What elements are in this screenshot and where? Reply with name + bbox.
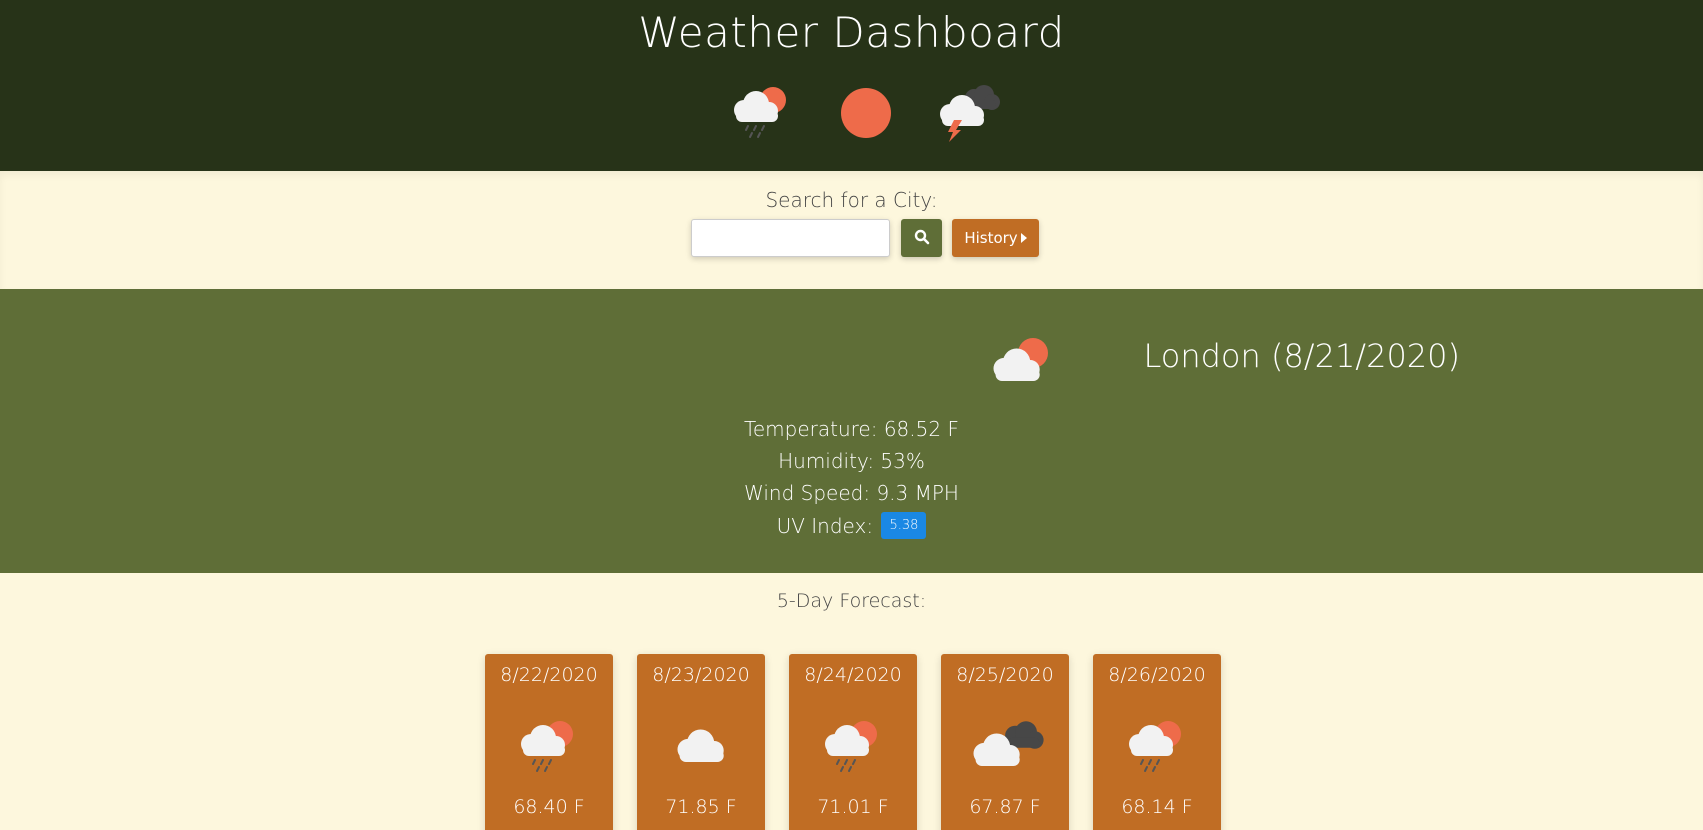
header-icons xyxy=(0,82,1703,142)
search-icon xyxy=(914,229,930,248)
caret-right-icon xyxy=(1020,229,1027,247)
city-search-input[interactable] xyxy=(691,219,890,257)
forecast-heading: 5-Day Forecast: xyxy=(776,590,927,612)
search-label: Search for a City: xyxy=(765,188,938,212)
forecast-date: 8/22/2020 xyxy=(500,664,598,686)
forecast-date: 8/23/2020 xyxy=(652,664,750,686)
forecast-date: 8/24/2020 xyxy=(804,664,902,686)
forecast-temp: 71.85 F xyxy=(665,796,737,818)
current-humidity: Humidity: 53% xyxy=(778,449,925,473)
rain-sun-icon xyxy=(789,716,917,776)
forecast-temp: 67.87 F xyxy=(969,796,1041,818)
current-wind-speed: Wind Speed: 9.3 MPH xyxy=(744,481,959,505)
uv-index-badge: 5.38 xyxy=(881,512,927,539)
thunderstorm-icon xyxy=(934,82,1006,146)
forecast-date: 8/25/2020 xyxy=(956,664,1054,686)
forecast-card: 8/23/2020 71.85 F xyxy=(637,654,765,830)
forecast-date: 8/26/2020 xyxy=(1108,664,1206,686)
forecast-temp: 68.40 F xyxy=(513,796,585,818)
page-title: Weather Dashboard xyxy=(638,8,1065,57)
partly-cloudy-icon xyxy=(985,337,1057,391)
rain-sun-icon xyxy=(485,716,613,776)
history-button[interactable]: History xyxy=(952,219,1039,257)
rain-sun-icon xyxy=(730,82,794,146)
history-label: History xyxy=(964,229,1018,247)
overcast-icon xyxy=(941,716,1069,776)
forecast-temp: 71.01 F xyxy=(817,796,889,818)
forecast-card: 8/26/2020 68.14 F xyxy=(1093,654,1221,830)
sun-icon xyxy=(838,82,894,142)
forecast-card: 8/22/2020 68.40 F xyxy=(485,654,613,830)
forecast-temp: 68.14 F xyxy=(1121,796,1193,818)
cloud-icon xyxy=(637,716,765,776)
search-button[interactable] xyxy=(901,219,942,257)
current-city-title: London (8/21/2020) xyxy=(1143,337,1460,375)
current-temperature: Temperature: 68.52 F xyxy=(744,417,959,441)
uv-index-row: UV Index: 5.38 xyxy=(0,512,1703,541)
rain-sun-icon xyxy=(1093,716,1221,776)
header: Weather Dashboard xyxy=(0,0,1703,171)
search-section: Search for a City: History xyxy=(0,171,1703,289)
current-weather-panel: London (8/21/2020) Temperature: 68.52 F … xyxy=(0,289,1703,573)
forecast-card: 8/25/2020 67.87 F xyxy=(941,654,1069,830)
uv-index-label: UV Index: xyxy=(776,514,874,538)
forecast-card: 8/24/2020 71.01 F xyxy=(789,654,917,830)
